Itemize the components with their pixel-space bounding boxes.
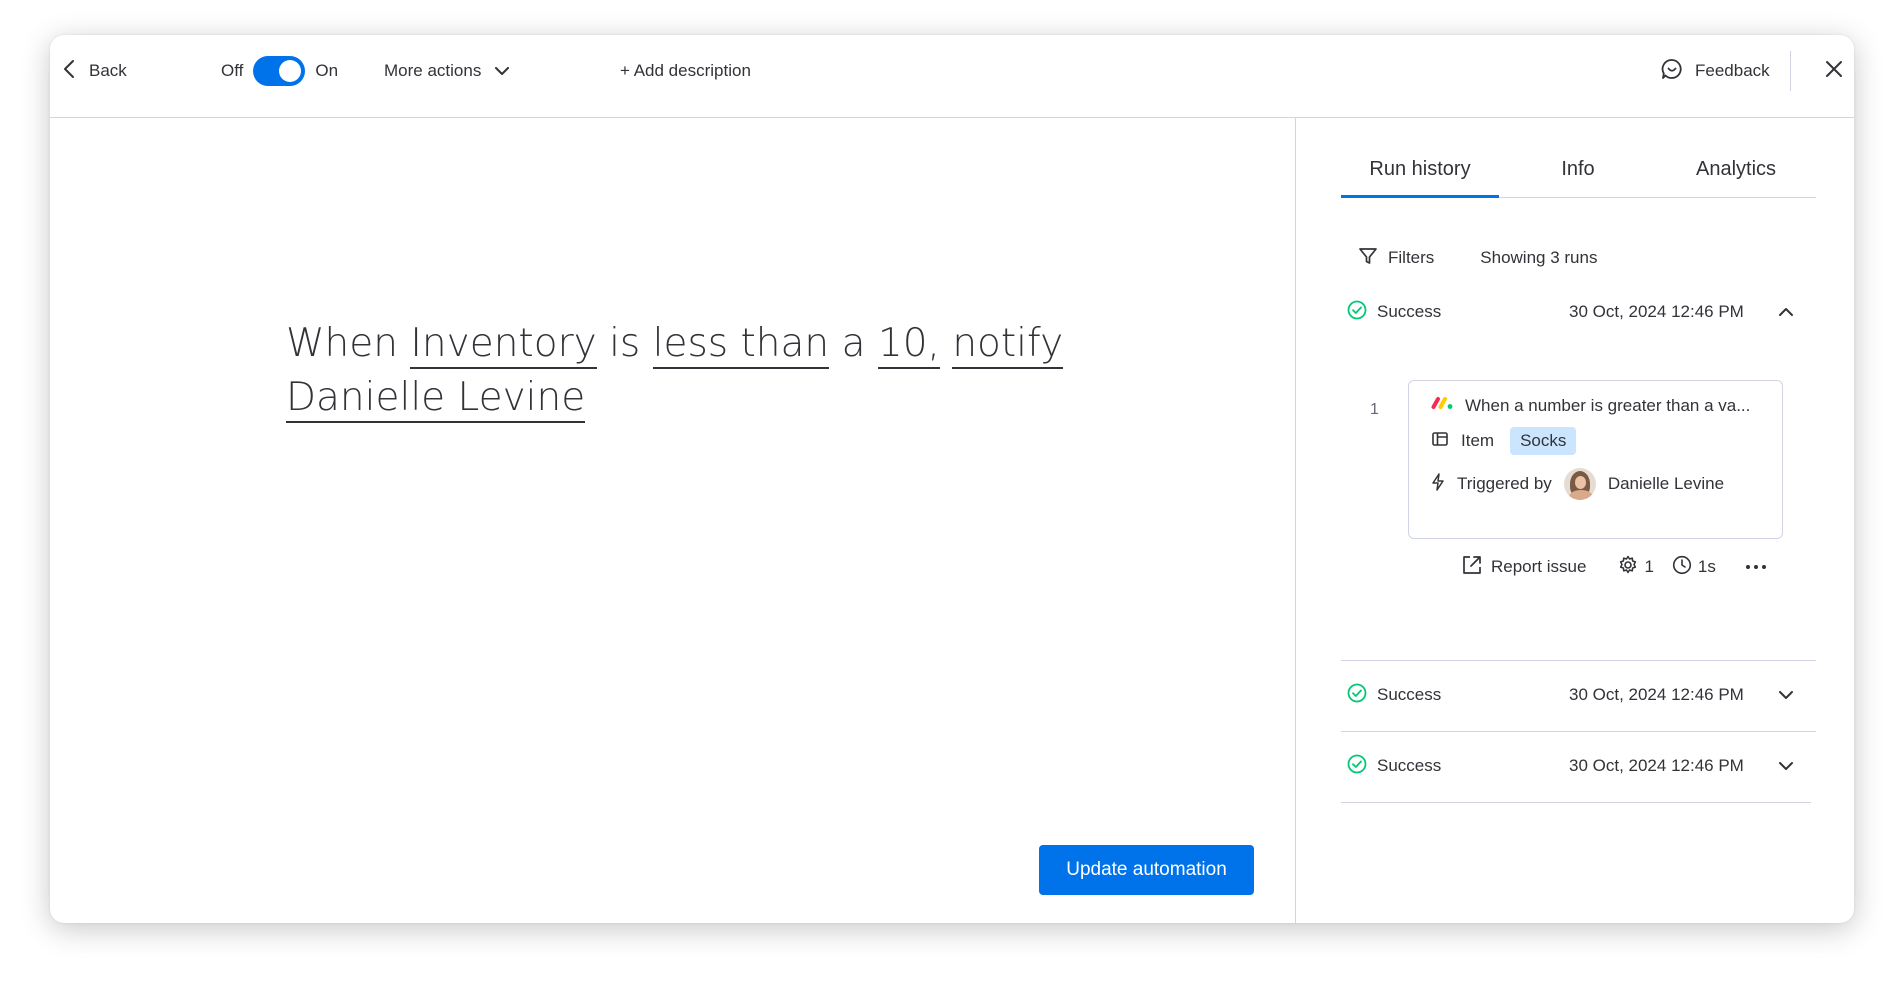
filters-button[interactable]: Filters: [1358, 246, 1434, 271]
filters-label: Filters: [1388, 248, 1435, 267]
run-divider: [1341, 802, 1811, 803]
chat-bubble-icon: [1661, 58, 1683, 85]
tab-info[interactable]: Info: [1499, 156, 1657, 197]
runs-count: Showing 3 runs: [1480, 248, 1598, 267]
avatar: [1563, 468, 1596, 500]
run-status: Success: [1347, 300, 1441, 325]
update-automation-button[interactable]: Update automation: [1039, 845, 1254, 895]
close-icon: [1825, 60, 1843, 83]
report-issue-label: Report issue: [1491, 557, 1587, 576]
toggle-knob: [279, 60, 302, 82]
filter-icon: [1358, 246, 1378, 271]
item-icon: [1431, 430, 1449, 453]
recipe-word: is: [609, 321, 641, 366]
check-circle-icon: [1347, 754, 1367, 779]
actions-count: 1: [1618, 555, 1654, 580]
chevron-up-icon[interactable]: [1778, 300, 1794, 329]
clock-icon: [1672, 555, 1692, 580]
top-bar: Back Off On More actions + Add descripti…: [50, 35, 1854, 118]
toggle-on-label: On: [315, 61, 339, 80]
more-actions-label: More actions: [384, 61, 482, 80]
add-description-label: + Add description: [620, 61, 751, 80]
feedback-button[interactable]: Feedback: [1661, 58, 1770, 85]
item-row: Item Socks: [1431, 427, 1577, 455]
gear-icon: [1618, 555, 1638, 580]
run-status: Success: [1347, 683, 1441, 708]
check-circle-icon: [1347, 300, 1367, 325]
monday-logo-icon: [1431, 395, 1453, 416]
run-status-label: Success: [1377, 302, 1442, 321]
run-row[interactable]: Success 30 Oct, 2024 12:46 PM: [1341, 731, 1816, 801]
automation-recipe: When Inventory is less than a 10, notify…: [286, 317, 1086, 425]
back-button[interactable]: Back: [63, 59, 127, 83]
run-date: 30 Oct, 2024 12:46 PM: [1569, 756, 1744, 775]
recipe-recipient[interactable]: Danielle Levine: [286, 375, 586, 423]
toggle-off-label: Off: [221, 61, 244, 80]
actions-count-value: 1: [1644, 557, 1654, 576]
chevron-down-icon[interactable]: [1778, 683, 1794, 712]
more-actions-button[interactable]: More actions: [384, 59, 510, 83]
recipe-word: When: [286, 321, 398, 366]
trigger-text: When a number is greater than a va...: [1465, 395, 1751, 415]
lightning-icon: [1431, 472, 1445, 496]
more-options-button[interactable]: [1745, 565, 1766, 569]
add-description-button[interactable]: + Add description: [620, 59, 751, 83]
triggered-by-name: Danielle Levine: [1607, 474, 1725, 493]
close-button[interactable]: [1822, 59, 1846, 83]
filters-row: Filters Showing 3 runs: [1358, 246, 1597, 270]
feedback-label: Feedback: [1695, 61, 1770, 80]
tab-analytics[interactable]: Analytics: [1657, 156, 1815, 197]
check-circle-icon: [1347, 683, 1367, 708]
external-link-icon: [1461, 554, 1483, 581]
chevron-down-icon: [495, 61, 510, 81]
run-status: Success: [1347, 754, 1441, 779]
recipe-word: a: [841, 321, 866, 366]
chevron-down-icon[interactable]: [1778, 754, 1794, 783]
duration: 1s: [1672, 555, 1716, 580]
recipe-condition[interactable]: less than: [652, 321, 830, 369]
automation-toggle[interactable]: [253, 56, 306, 86]
run-date: 30 Oct, 2024 12:46 PM: [1569, 302, 1744, 321]
recipe-value[interactable]: 10,: [877, 321, 940, 369]
run-status-label: Success: [1377, 685, 1442, 704]
run-row[interactable]: Success 30 Oct, 2024 12:46 PM: [1341, 660, 1816, 730]
back-label: Back: [89, 61, 127, 80]
panel-tabs: Run history Info Analytics: [1341, 156, 1816, 198]
run-detail-card: When a number is greater than a va... It…: [1408, 380, 1783, 539]
more-horizontal-icon: [1745, 565, 1766, 569]
duration-value: 1s: [1697, 557, 1716, 576]
item-chip[interactable]: Socks: [1510, 427, 1577, 455]
item-label: Item: [1461, 431, 1495, 450]
toolbar-divider: [1790, 51, 1791, 91]
run-row[interactable]: Success 30 Oct, 2024 12:46 PM: [1341, 277, 1816, 347]
run-actions-row: Report issue 1 1s: [1461, 554, 1766, 580]
recipe-trigger-column[interactable]: Inventory: [410, 321, 597, 369]
run-history-panel: Run history Info Analytics Filters Showi…: [1295, 118, 1854, 923]
automation-window: Back Off On More actions + Add descripti…: [50, 35, 1854, 923]
automation-toggle-group: Off On: [221, 56, 338, 86]
recipe-action[interactable]: notify: [952, 321, 1064, 369]
run-step-index: 1: [1370, 401, 1379, 418]
trigger-row: When a number is greater than a va...: [1431, 395, 1750, 416]
chevron-left-icon: [63, 59, 75, 84]
tab-run-history[interactable]: Run history: [1341, 156, 1499, 198]
run-date: 30 Oct, 2024 12:46 PM: [1569, 685, 1744, 704]
run-status-label: Success: [1377, 756, 1442, 775]
triggered-by-label: Triggered by: [1457, 474, 1552, 493]
report-issue-button[interactable]: Report issue: [1461, 554, 1586, 581]
triggered-by-row: Triggered by Danielle Levine: [1431, 468, 1724, 500]
